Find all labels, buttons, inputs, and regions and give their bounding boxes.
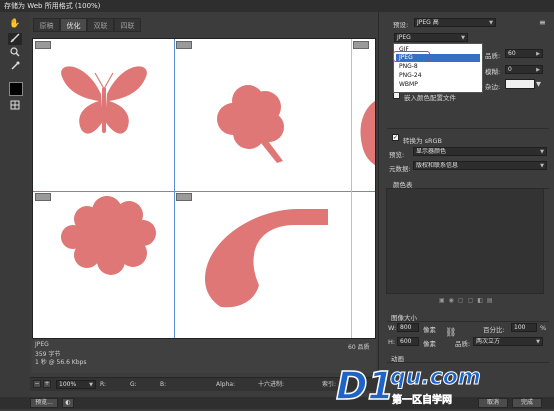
chevron-down-icon: ▼ xyxy=(461,35,465,41)
tab-original[interactable]: 原稿 xyxy=(33,18,60,32)
moon-shape xyxy=(205,209,328,308)
height-label: H: xyxy=(388,338,396,346)
height-field[interactable]: 600 xyxy=(397,337,419,346)
preview-select[interactable]: 显示器颜色 ▼ xyxy=(413,147,547,156)
optimization-info: JPEG 359 字节 1 秒 @ 56.6 Kbps 60 品质 xyxy=(32,339,376,373)
window-title: 存储为 Web 所用格式 (100%) xyxy=(0,0,554,12)
tab-optimized[interactable]: 优化 xyxy=(60,18,87,32)
preview-button[interactable]: 预览... xyxy=(30,398,58,408)
height-unit: 像素 xyxy=(423,340,436,348)
blur-field[interactable]: 0 ▶ xyxy=(505,65,543,74)
format-option-wbmp[interactable]: WBMP xyxy=(396,81,480,89)
zoom-bar: − + 100% ▼ R: G: B: Alpha: 十六进制: 索引: xyxy=(30,377,378,391)
zoom-glyph xyxy=(10,47,20,57)
toggle-slices-icon[interactable] xyxy=(8,100,22,112)
width-unit: 像素 xyxy=(423,326,436,334)
r-label: R: xyxy=(100,381,107,388)
link-icon[interactable]: ⛓ xyxy=(445,328,456,338)
zoom-out-button[interactable]: − xyxy=(33,380,41,388)
zoom-select[interactable]: 100% ▼ xyxy=(56,380,96,389)
chevron-down-icon: ▼ xyxy=(536,339,540,345)
embed-profile-label: 嵌入颜色配置文件 xyxy=(404,94,456,102)
format-select[interactable]: JPEG ▼ xyxy=(394,33,468,42)
width-field[interactable]: 800 xyxy=(397,323,419,332)
alpha-label: Alpha: xyxy=(216,381,236,388)
slice-select-glyph xyxy=(10,33,20,43)
metadata-label: 元数据: xyxy=(389,165,411,173)
preset-label: 预设: xyxy=(393,21,409,29)
chevron-down-icon: ▼ xyxy=(540,163,544,169)
color-table-tools[interactable]: ▣◉▢▢◧▤ xyxy=(439,297,497,304)
b-label: B: xyxy=(160,381,167,388)
hex-label: 十六进制: xyxy=(258,381,285,388)
g-label: G: xyxy=(130,381,137,388)
divider xyxy=(387,128,549,129)
percent-field[interactable]: 100 xyxy=(511,323,537,332)
width-label: W: xyxy=(388,324,397,332)
resample-select[interactable]: 两次立方 ▼ xyxy=(473,337,543,346)
zoom-in-button[interactable]: + xyxy=(43,380,51,388)
matte-color-swatch[interactable] xyxy=(505,79,535,89)
clover-shape xyxy=(217,85,284,163)
butterfly-shape xyxy=(61,66,147,134)
blur-value: 0 xyxy=(508,66,512,73)
chevron-down-icon: ▼ xyxy=(540,149,544,155)
highlight-ring xyxy=(393,51,430,62)
info-format: JPEG xyxy=(35,341,49,348)
chevron-down-icon: ▼ xyxy=(489,20,493,26)
eyedropper-glyph xyxy=(11,61,20,70)
zoom-value: 100% xyxy=(59,381,77,388)
format-option-png24[interactable]: PNG-24 xyxy=(396,72,480,80)
color-table[interactable] xyxy=(386,188,544,294)
chevron-down-icon: ▼ xyxy=(89,382,93,388)
toggle-slices-glyph xyxy=(10,100,20,110)
svg-text:D1: D1 xyxy=(336,364,394,408)
eyedropper-color-swatch[interactable] xyxy=(9,82,23,96)
matte-label: 杂边: xyxy=(485,83,501,91)
info-time: 1 秒 @ 56.6 Kbps xyxy=(35,359,87,366)
divider xyxy=(387,321,549,322)
quality-label: 品质: xyxy=(485,52,501,60)
cloud-shape xyxy=(61,196,156,275)
eyedropper-icon[interactable] xyxy=(8,61,22,73)
quality-select[interactable]: 60 ▶ xyxy=(505,49,543,58)
preset-select[interactable]: JPEG 高 ▼ xyxy=(414,18,496,27)
percent-unit: % xyxy=(540,324,547,332)
hand-icon[interactable]: ✋ xyxy=(8,18,22,30)
info-quality: 60 品质 xyxy=(348,344,370,351)
resample-quality-label: 品质: xyxy=(455,340,471,348)
blur-label: 模糊: xyxy=(485,68,501,76)
format-option-png8[interactable]: PNG-8 xyxy=(396,63,480,71)
resample-value: 两次立方 xyxy=(476,338,501,345)
metadata-select[interactable]: 版权和联系信息 ▼ xyxy=(413,161,547,170)
preview-label: 预览: xyxy=(389,151,405,159)
watermark: D1 qu.com 第一区自学网 xyxy=(334,359,554,409)
format-value: JPEG xyxy=(397,34,411,41)
tab-4up[interactable]: 四联 xyxy=(114,18,141,32)
slice-select-icon[interactable] xyxy=(8,33,22,45)
browser-icon[interactable]: ◐ xyxy=(62,398,74,408)
chevron-down-icon: ▶ xyxy=(536,51,540,57)
preview-value: 显示器颜色 xyxy=(416,148,447,155)
preset-value: JPEG 高 xyxy=(417,19,439,26)
preview-canvas[interactable] xyxy=(32,38,376,339)
metadata-value: 版权和联系信息 xyxy=(416,162,459,169)
convert-srgb-checkbox[interactable]: ✓ xyxy=(392,134,399,141)
zoom-icon[interactable] xyxy=(8,47,22,59)
convert-srgb-label: 转换为 sRGB xyxy=(403,137,442,145)
chevron-down-icon[interactable]: ▼ xyxy=(536,80,541,88)
panel-menu-icon[interactable]: ≡ xyxy=(539,18,546,27)
watermark-text: qu.com xyxy=(390,365,482,391)
tool-strip: ✋ xyxy=(0,12,30,397)
chevron-down-icon: ▶ xyxy=(536,67,540,73)
quality-value: 60 xyxy=(508,50,516,57)
artwork xyxy=(61,66,375,308)
embed-profile-checkbox[interactable] xyxy=(393,92,400,99)
partial-shape xyxy=(360,101,375,165)
watermark-subtext: 第一区自学网 xyxy=(392,395,453,407)
tab-2up[interactable]: 双联 xyxy=(87,18,114,32)
percent-label: 百分比: xyxy=(483,326,505,334)
